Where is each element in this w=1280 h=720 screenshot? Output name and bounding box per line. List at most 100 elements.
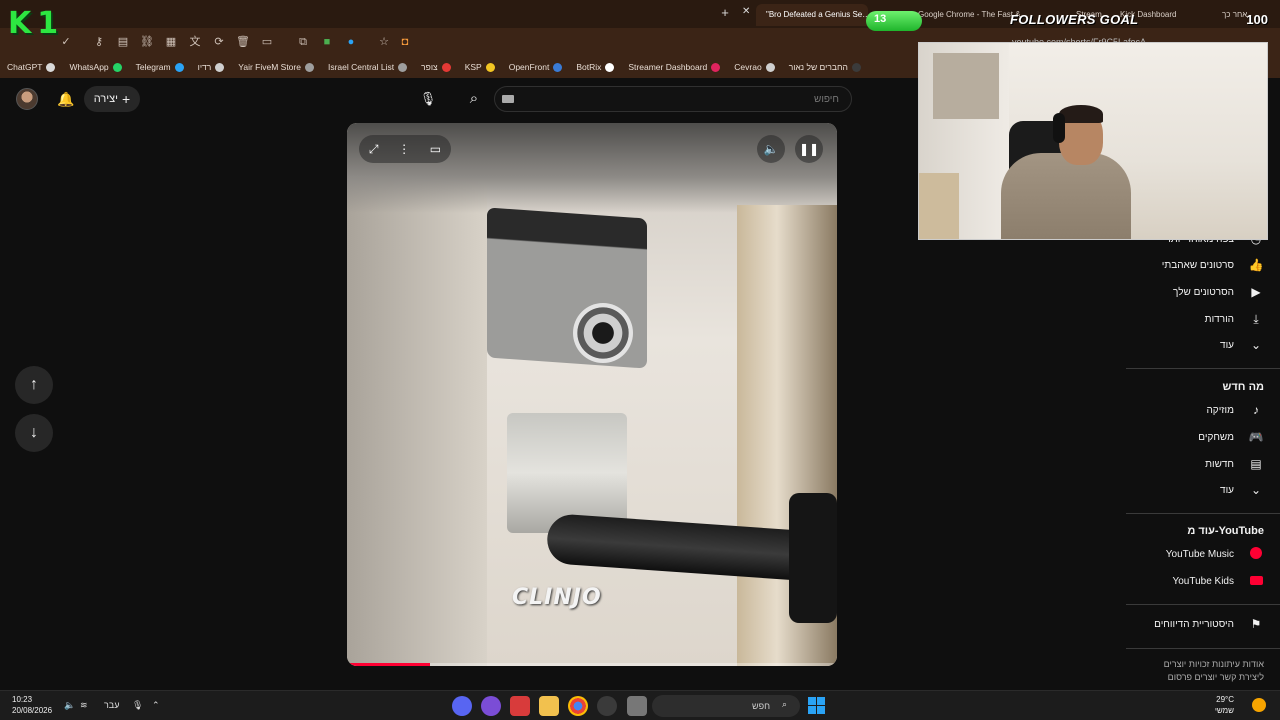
extension-green-icon[interactable]: ■ bbox=[319, 34, 335, 50]
gaming-icon: 🎮 bbox=[1248, 430, 1264, 444]
sidebar-item-music[interactable]: מוזיקה ♪ bbox=[1114, 397, 1264, 423]
bookmark-item[interactable]: Cevrao bbox=[727, 56, 781, 78]
extension-key-icon[interactable]: ⚷ bbox=[91, 34, 107, 50]
search-input[interactable] bbox=[494, 86, 852, 112]
bookmark-item[interactable]: Streamer Dashboard bbox=[621, 56, 727, 78]
webcam-overlay bbox=[918, 42, 1268, 240]
fullscreen-icon[interactable]: ⤢ bbox=[369, 142, 379, 157]
sidebar-item-news[interactable]: חדשות ▤ bbox=[1114, 451, 1264, 477]
bookmark-item[interactable]: רדיו bbox=[191, 56, 232, 78]
previous-short-button[interactable]: ↑ bbox=[15, 366, 53, 404]
bookmark-favicon-icon bbox=[174, 62, 184, 72]
bookmark-item[interactable]: BotRix bbox=[569, 56, 621, 78]
next-short-button[interactable]: ↓ bbox=[15, 414, 53, 452]
sidebar-item-gaming[interactable]: משחקים 🎮 bbox=[1114, 424, 1264, 450]
sidebar-item-label: היסטוריית הדיווחים bbox=[1154, 618, 1234, 630]
sidebar-item-more-explore[interactable]: עוד ⌄ bbox=[1114, 477, 1264, 503]
bookmark-item[interactable]: צופר bbox=[414, 56, 458, 78]
captions-icon[interactable]: ▭ bbox=[430, 142, 441, 156]
speaker-icon[interactable]: 🔈 bbox=[64, 700, 75, 711]
sidebar-item-label: סרטונים שאהבתי bbox=[1161, 259, 1234, 271]
bookmark-item[interactable]: Yair FiveM Store bbox=[231, 56, 321, 78]
account-avatar[interactable] bbox=[16, 88, 38, 110]
more-options-icon[interactable]: ⋮ bbox=[398, 142, 410, 156]
close-tab-icon[interactable]: ✕ bbox=[742, 6, 750, 17]
chrome-icon[interactable] bbox=[568, 696, 588, 716]
extension-translate-icon[interactable]: 文 bbox=[187, 34, 203, 50]
notifications-bell-icon[interactable]: 🔔 bbox=[57, 90, 74, 108]
voice-search-mic-icon[interactable]: 🎙 bbox=[416, 87, 440, 111]
plus-icon: + bbox=[122, 91, 131, 107]
sidebar-item-youtube-kids[interactable]: YouTube Kids bbox=[1114, 568, 1264, 594]
extensions-puzzle-icon[interactable]: ⧉ bbox=[295, 34, 311, 50]
bookmark-item[interactable]: OpenFront bbox=[502, 56, 570, 78]
extension-orange-icon[interactable]: ◘ bbox=[397, 34, 413, 50]
bookmark-item[interactable]: החברים של נאור bbox=[782, 56, 868, 78]
input-language[interactable]: עבר bbox=[104, 700, 119, 710]
sidebar-item-your-videos[interactable]: הסרטונים שלך ▶ bbox=[1114, 279, 1264, 305]
sidebar-item-label: עוד bbox=[1220, 339, 1234, 351]
extension-trash-icon[interactable]: 🗑 bbox=[235, 34, 251, 50]
taskbar-clock[interactable]: 10:23 20/08/2026 bbox=[12, 694, 52, 716]
bookmark-label: החברים של נאור bbox=[788, 62, 848, 72]
wifi-icon[interactable]: ≋ bbox=[80, 700, 88, 711]
microphone-icon[interactable]: 🎙 bbox=[132, 700, 143, 711]
extension-clipboard-icon[interactable]: ▤ bbox=[115, 34, 131, 50]
bookmark-label: צופר bbox=[421, 62, 438, 72]
discord-icon[interactable] bbox=[452, 696, 472, 716]
sidebar-divider bbox=[1126, 368, 1280, 369]
shorts-video-player[interactable]: CLINJO ⤢ ⋮ ▭ 🔈 ❚❚ bbox=[347, 123, 837, 666]
windows-start-icon[interactable] bbox=[808, 697, 825, 714]
followers-goal-target: 100 bbox=[1246, 12, 1268, 27]
volume-icon[interactable]: 🔈 bbox=[757, 135, 785, 163]
search-icon[interactable]: ⌕ bbox=[456, 86, 492, 112]
extension-refresh-icon[interactable]: ⟳ bbox=[211, 34, 227, 50]
sidebar-item-report-history[interactable]: היסטוריית הדיווחים ⚑ bbox=[1114, 611, 1264, 637]
followers-goal-widget: 13 FOLLOWERS GOAL 100 bbox=[866, 9, 1270, 33]
bookmark-label: BotRix bbox=[576, 62, 602, 72]
security-camera-lens bbox=[573, 303, 633, 363]
chevron-up-icon[interactable]: ⌃ bbox=[152, 700, 160, 711]
sidebar-footer-links[interactable]: אודות עיתונות זכויות יוצרים bbox=[1164, 659, 1264, 669]
create-button[interactable]: יצירה + bbox=[84, 86, 140, 112]
tab-current-video[interactable]: "Bro Defeated a Genius Se… bbox=[756, 4, 868, 26]
sidebar-divider bbox=[1126, 604, 1280, 605]
tab-label: "Bro Defeated a Genius Se… bbox=[766, 10, 868, 19]
bookmark-label: Yair FiveM Store bbox=[238, 62, 301, 72]
bookmark-item[interactable]: KSP bbox=[458, 56, 502, 78]
bookmark-item[interactable]: Telegram bbox=[129, 56, 191, 78]
new-tab-button[interactable]: + bbox=[718, 4, 732, 22]
app-red-icon[interactable] bbox=[510, 696, 530, 716]
chevron-down-icon: ⌄ bbox=[1250, 483, 1262, 497]
video-progress-bar[interactable] bbox=[347, 663, 837, 666]
sidebar-item-liked[interactable]: סרטונים שאהבתי 👍 bbox=[1114, 252, 1264, 278]
sidebar-item-youtube-music[interactable]: YouTube Music bbox=[1114, 541, 1264, 567]
extension-blue-icon[interactable]: ● bbox=[343, 34, 359, 50]
sidebar-footer-links[interactable]: ליצירת קשר יוצרים פרסום bbox=[1168, 672, 1264, 682]
bookmark-item[interactable]: ChatGPT bbox=[0, 56, 62, 78]
bookmark-item[interactable]: WhatsApp bbox=[62, 56, 128, 78]
extension-grid-icon[interactable]: ▦ bbox=[163, 34, 179, 50]
extension-card-icon[interactable]: ▭ bbox=[259, 34, 275, 50]
bookmark-item[interactable]: Israel Central List bbox=[321, 56, 414, 78]
taskbar-search-input[interactable]: חפש bbox=[652, 695, 800, 717]
app-gray-icon[interactable] bbox=[597, 696, 617, 716]
pause-icon[interactable]: ❚❚ bbox=[795, 135, 823, 163]
bookmark-star-icon[interactable]: ☆ bbox=[376, 34, 392, 50]
sidebar-item-label: משחקים bbox=[1198, 431, 1234, 443]
keyboard-icon[interactable] bbox=[502, 95, 514, 103]
extension-link-icon[interactable]: ⛓ bbox=[139, 34, 155, 50]
sidebar-section-explore-title: מה חדש bbox=[1222, 381, 1264, 393]
file-explorer-icon[interactable] bbox=[539, 696, 559, 716]
taskbar-weather[interactable]: 29°C שמשי bbox=[1215, 694, 1234, 716]
bookmark-favicon-icon bbox=[485, 62, 495, 72]
sidebar-item-downloads[interactable]: הורדות ⤓ bbox=[1114, 306, 1264, 332]
sidebar-divider bbox=[1126, 513, 1280, 514]
video-watermark: CLINJO bbox=[512, 585, 602, 610]
app-window-icon[interactable] bbox=[627, 696, 647, 716]
bookmark-favicon-icon bbox=[851, 62, 861, 72]
sidebar-item-more-you[interactable]: עוד ⌄ bbox=[1114, 332, 1264, 358]
obs-icon[interactable] bbox=[481, 696, 501, 716]
webcam-background-towel bbox=[933, 53, 999, 119]
bookmark-favicon-icon bbox=[112, 62, 122, 72]
